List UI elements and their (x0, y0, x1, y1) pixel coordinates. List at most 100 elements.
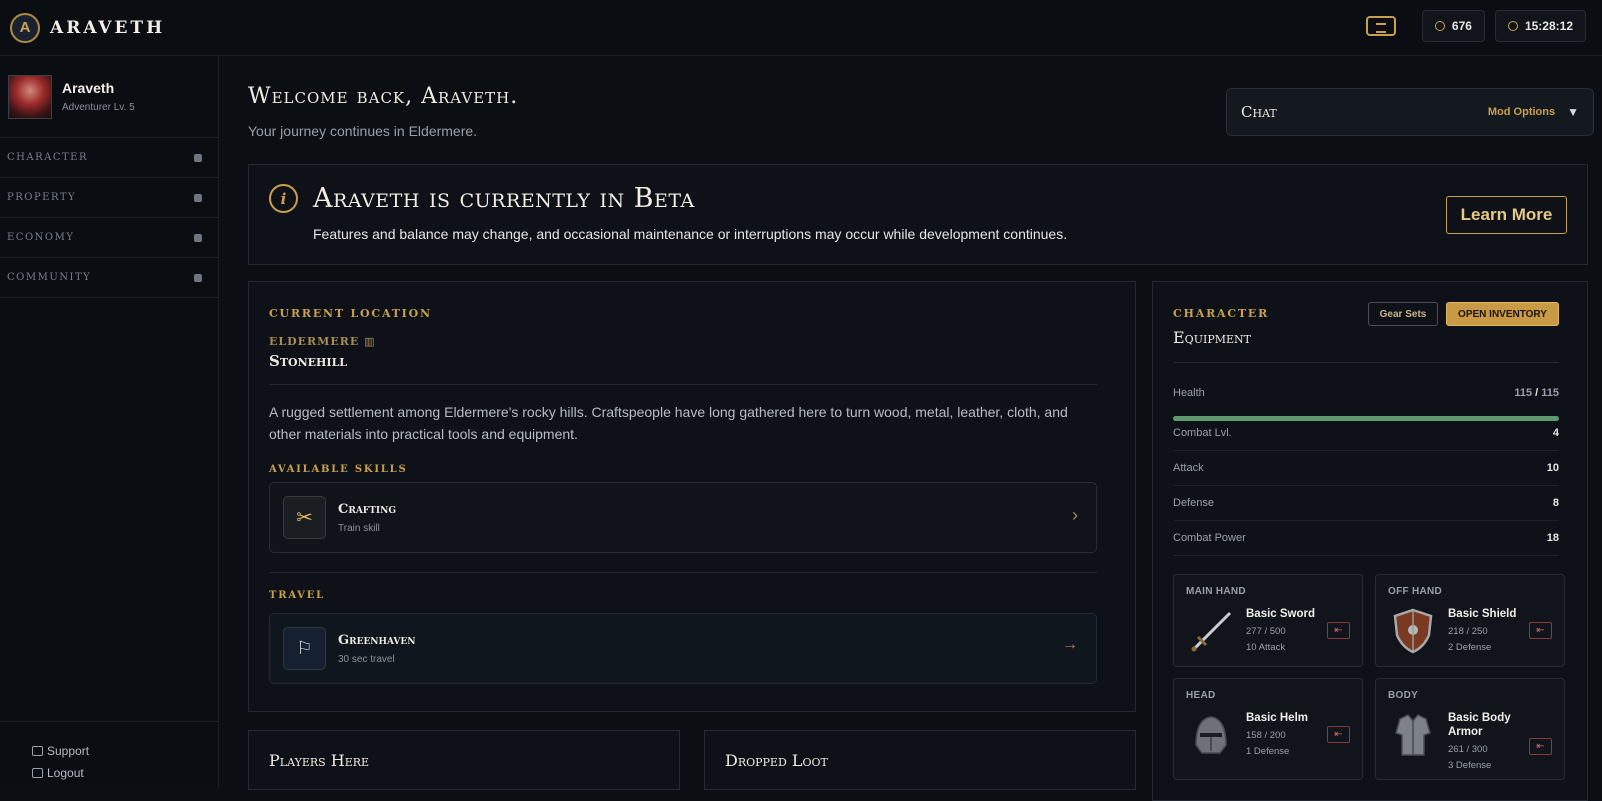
support-link[interactable]: Support (32, 740, 218, 762)
stat-label: Attack (1173, 462, 1204, 474)
sidebar-item-label: COMMUNITY (7, 272, 92, 283)
brand-logo[interactable]: A ARAVETH (10, 12, 166, 43)
box-icon (194, 193, 202, 202)
unequip-icon[interactable]: ⇤ (1529, 622, 1552, 639)
coins-value: 676 (1451, 19, 1472, 33)
equip-slot-main-hand[interactable]: MAIN HAND Basic Sword 277 / 500 10 Attac… (1173, 574, 1363, 667)
equip-slot-off-hand[interactable]: OFF HAND Basic Shield 218 / 250 2 Defens… (1375, 574, 1565, 667)
players-here-title: Players Here (269, 751, 370, 770)
travel-time: 30 sec travel (338, 654, 395, 665)
item-durability: 261 / 300 (1448, 744, 1488, 755)
gear-sets-button[interactable]: Gear Sets (1368, 302, 1438, 326)
chat-panel[interactable]: Chat Mod Options ▼ (1226, 88, 1594, 136)
sidebar-item-label: PROPERTY (7, 192, 77, 203)
beta-text: Features and balance may change, and occ… (313, 226, 1068, 242)
travel-destination: Greenhaven (338, 633, 416, 648)
logout-label: Logout (47, 766, 84, 780)
equip-slot-body[interactable]: BODY Basic Body Armor 261 / 300 3 Defens… (1375, 678, 1565, 780)
stat-row: Combat Power 18 (1173, 521, 1559, 556)
travel-heading: TRAVEL (269, 590, 325, 601)
sidebar-item-property[interactable]: PROPERTY (0, 178, 218, 218)
support-label: Support (47, 744, 90, 758)
stat-label: Combat Power (1173, 532, 1246, 544)
stat-label: Combat Lvl. (1173, 427, 1232, 439)
item-stat: 2 Defense (1448, 642, 1492, 653)
health-value: 115 (1514, 386, 1533, 399)
dropped-loot-panel: Dropped Loot (704, 730, 1136, 790)
unequip-icon[interactable]: ⇤ (1529, 738, 1552, 755)
info-icon: i (269, 184, 298, 213)
stat-value: 18 (1546, 532, 1559, 544)
sidebar-item-label: ECONOMY (7, 232, 75, 243)
skill-name: Crafting (338, 502, 397, 517)
stat-row: Attack 10 (1173, 451, 1559, 486)
profile-name: Araveth (62, 80, 115, 96)
health-label: Health (1173, 386, 1205, 399)
beta-title: Araveth is currently in Beta (313, 183, 695, 214)
bank-icon (194, 233, 202, 242)
sidebar-item-character[interactable]: CHARACTER (0, 138, 218, 178)
unequip-icon[interactable]: ⇤ (1327, 622, 1350, 639)
current-location-panel: CURRENT LOCATION ELDERMERE ▥ Stonehill A… (248, 281, 1136, 712)
health-max: 115 (1541, 386, 1559, 399)
learn-more-button[interactable]: Learn More (1446, 196, 1567, 234)
location-heading: CURRENT LOCATION (269, 307, 432, 320)
dropped-loot-title: Dropped Loot (725, 751, 828, 770)
body-armor-icon (1395, 714, 1431, 756)
players-here-panel: Players Here (248, 730, 680, 790)
chevron-right-icon: › (1072, 505, 1078, 525)
item-stat: 3 Defense (1448, 760, 1492, 771)
equipment-heading: CHARACTER (1173, 307, 1270, 320)
ticket-icon[interactable] (1365, 16, 1396, 36)
clock-display: 15:28:12 (1494, 10, 1586, 42)
stat-row: Combat Lvl. 4 (1173, 416, 1559, 451)
city-name: Stonehill (269, 352, 348, 370)
sword-icon (1191, 611, 1232, 652)
sidebar-item-community[interactable]: COMMUNITY (0, 258, 218, 298)
user-icon (194, 153, 202, 162)
equip-slot-head[interactable]: HEAD Basic Helm 158 / 200 1 Defense ⇤ (1173, 678, 1363, 780)
stat-value: 4 (1552, 427, 1559, 439)
stat-value: 8 (1552, 497, 1559, 509)
unequip-icon[interactable]: ⇤ (1327, 726, 1350, 743)
item-name: Basic Body Armor (1448, 712, 1511, 738)
page-subtitle: Your journey continues in Eldermere. (248, 123, 478, 139)
item-durability: 158 / 200 (1246, 730, 1286, 741)
chevron-down-icon[interactable]: ▼ (1567, 105, 1579, 119)
location-description: A rugged settlement among Eldermere's ro… (269, 404, 1068, 442)
sidebar-footer: Support Logout (0, 721, 218, 787)
travel-card-greenhaven[interactable]: ⚐ Greenhaven 30 sec travel → (269, 613, 1097, 684)
coins-display[interactable]: 676 (1421, 10, 1485, 42)
map-icon: ▥ (364, 335, 376, 348)
crafting-tools-icon: ✂ (283, 496, 326, 539)
sidebar-item-economy[interactable]: ECONOMY (0, 218, 218, 258)
slot-label: BODY (1388, 690, 1419, 701)
health-row: Health 115 / 115 (1173, 375, 1559, 410)
beta-banner: i Araveth is currently in Beta Features … (248, 164, 1588, 265)
slot-label: HEAD (1186, 690, 1216, 701)
mod-options-button[interactable]: Mod Options (1488, 106, 1555, 118)
slot-label: MAIN HAND (1186, 586, 1246, 597)
clock-value: 15:28:12 (1524, 19, 1573, 33)
profile-card[interactable]: Araveth Adventurer Lv. 5 (0, 56, 218, 138)
stat-row: Defense 8 (1173, 486, 1559, 521)
slot-label: OFF HAND (1388, 586, 1443, 597)
item-name: Basic Sword (1246, 608, 1316, 620)
item-stat: 10 Attack (1246, 642, 1286, 653)
logout-link[interactable]: Logout (32, 762, 218, 784)
profile-level: Adventurer Lv. 5 (62, 102, 135, 113)
sidebar-item-label: CHARACTER (7, 152, 88, 163)
clock-icon (1507, 21, 1518, 31)
region-name[interactable]: ELDERMERE ▥ (269, 335, 376, 348)
signpost-icon: ⚐ (283, 627, 326, 670)
logout-icon (32, 768, 43, 778)
brand-name: ARAVETH (50, 17, 166, 38)
open-inventory-button[interactable]: OPEN INVENTORY (1446, 302, 1559, 326)
equipment-title: Equipment (1173, 328, 1251, 347)
support-icon (32, 746, 43, 756)
divider (1173, 362, 1559, 363)
logo-emblem-icon: A (10, 12, 40, 43)
skill-card-crafting[interactable]: ✂ Crafting Train skill › (269, 482, 1097, 553)
region-label: ELDERMERE (269, 335, 360, 348)
divider (269, 384, 1097, 385)
